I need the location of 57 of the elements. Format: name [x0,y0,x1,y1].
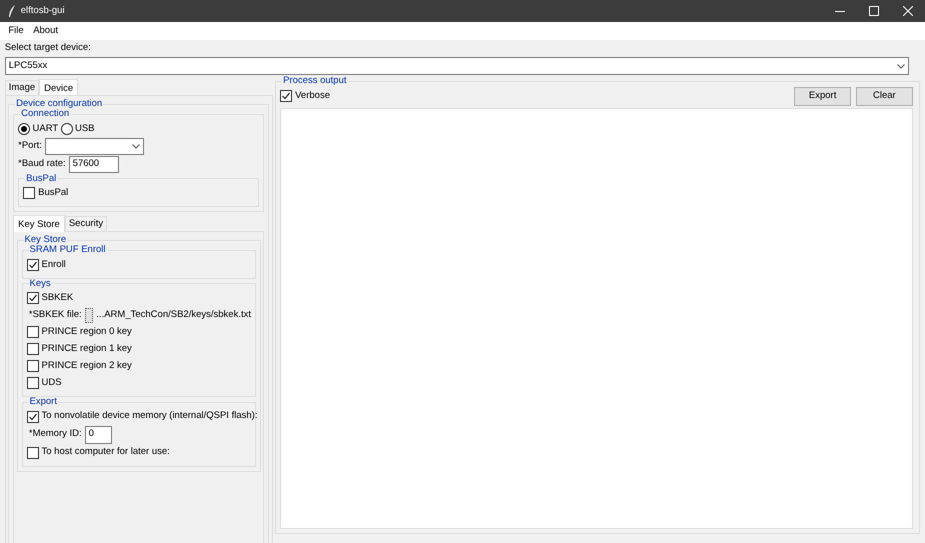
file-path: ...ARM_TechCon/SB2/keys/sbkek.txt [96,308,251,322]
option-label: To host computer for later use: [42,446,170,459]
verbose-label: Verbose [295,90,330,102]
option-checkbox[interactable] [26,343,38,356]
port-label: *Port: [18,140,42,152]
port-dropdown[interactable] [44,138,144,155]
window-title: elftosb-gui [20,4,65,18]
menu-item[interactable]: File [6,24,26,38]
tab[interactable]: Device [39,79,78,96]
group-title: Key Store [24,234,68,245]
caret-icon [896,64,905,69]
output-button[interactable]: Clear [856,86,913,106]
option-label: PRINCE region 0 key [42,326,132,338]
option-label: PRINCE region 2 key [42,360,132,372]
enroll-label: Enroll [42,258,66,271]
option-label: To nonvolatile device memory (internal/QSPI flash): [42,410,258,423]
option-label: SBKEK [42,292,74,304]
radio-label: USB [74,122,94,135]
option-checkbox[interactable] [26,377,38,390]
baud-rate-label: *Baud rate: [18,158,66,170]
group-title: BusPal [25,174,58,184]
group-title: Process output [282,76,348,87]
maximize-icon[interactable] [869,6,879,16]
radio-button[interactable] [18,122,30,135]
radio-button[interactable] [60,122,73,135]
verbose-checkbox[interactable] [280,90,292,102]
output-button[interactable]: Export [794,86,852,106]
group-title: Keys [28,278,52,290]
option-checkbox[interactable] [26,446,38,459]
option-checkbox[interactable] [26,360,38,372]
group-title: Export [28,397,58,408]
close-icon[interactable] [903,6,913,16]
option-label: UDS [42,376,62,390]
group-title: Connection [20,109,70,120]
radio-label: UART [32,122,58,135]
option-checkbox[interactable] [26,326,38,338]
enroll-checkbox[interactable] [26,258,38,271]
caret-icon [132,144,140,149]
feather-icon [8,5,16,17]
buspal-checkbox[interactable] [23,187,36,200]
memory-id-field[interactable]: 0 [84,426,112,444]
option-checkbox[interactable] [26,410,38,423]
memory-id-label: *Memory ID: [28,428,82,441]
target-device-dropdown[interactable]: LPC55xx [4,57,909,76]
tab[interactable]: Key Store [13,215,65,232]
buspal-label: BusPal [38,186,68,200]
tab[interactable]: Image [4,80,40,96]
baud-rate-field[interactable]: 57600 [68,156,119,173]
option-label: PRINCE region 1 key [42,342,132,356]
target-device-label: Select target device: [4,42,92,55]
group-title: SRAM PUF Enroll [28,245,107,256]
browse-button[interactable] [84,308,94,323]
tab[interactable]: Security [64,216,108,232]
menu-item[interactable]: About [30,24,60,38]
option-checkbox[interactable] [26,292,38,304]
file-label: *SBKEK file: [28,308,82,322]
group-title: Device configuration [15,98,104,109]
